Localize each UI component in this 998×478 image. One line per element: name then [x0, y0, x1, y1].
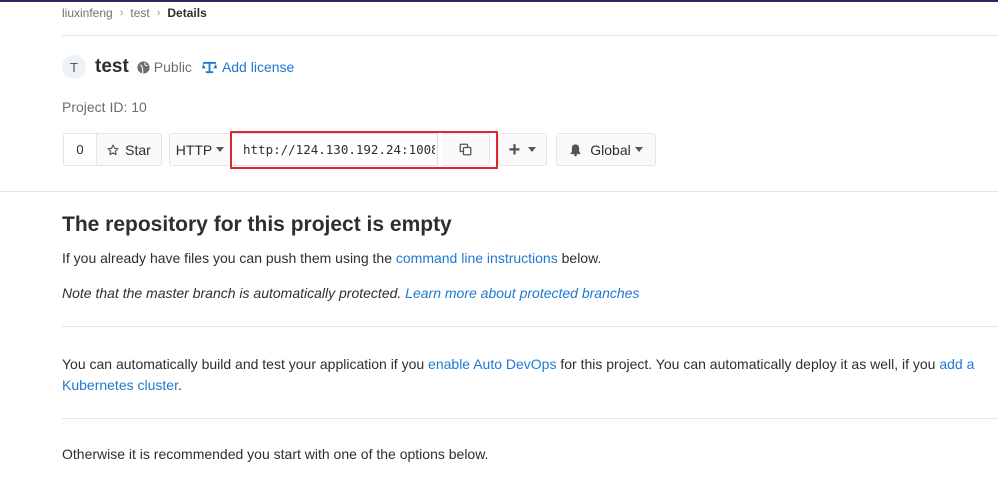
notifications-level: Global — [590, 141, 631, 158]
chevron-right-icon: › — [156, 7, 161, 19]
copy-icon — [459, 143, 472, 156]
breadcrumb: liuxinfeng › test › Details — [62, 6, 207, 20]
command-line-instructions-link[interactable]: command line instructions — [396, 250, 558, 266]
empty-repo-title: The repository for this project is empty — [62, 213, 452, 236]
protected-branch-note: Note that the master branch is automatic… — [62, 285, 639, 301]
star-label: Star — [125, 141, 151, 158]
text-span: If you already have files you can push t… — [62, 250, 396, 266]
project-avatar: T — [62, 55, 86, 79]
project-title: test — [95, 56, 129, 77]
divider — [0, 191, 998, 192]
text-span: . — [177, 377, 182, 393]
globe-icon — [137, 60, 150, 74]
enable-auto-devops-link[interactable]: enable Auto DevOps — [428, 356, 556, 372]
divider — [62, 418, 998, 419]
add-license-link[interactable]: Add license — [222, 59, 294, 75]
breadcrumb-owner[interactable]: liuxinfeng — [62, 6, 113, 20]
notifications-dropdown[interactable]: Global — [556, 133, 656, 166]
clone-url-text: http://124.130.192.24:10080/liuxinfeng/t… — [243, 142, 435, 157]
caret-down-icon — [528, 147, 537, 152]
push-instructions-text: If you already have files you can push t… — [62, 250, 601, 266]
divider — [62, 326, 998, 327]
clone-url-input[interactable]: http://124.130.192.24:10080/liuxinfeng/t… — [231, 133, 438, 166]
bell-icon — [570, 143, 581, 156]
text-span: Note that the master branch is automatic… — [62, 285, 406, 301]
auto-devops-text: You can automatically build and test you… — [62, 354, 992, 396]
star-icon — [107, 144, 119, 155]
text-span: You can automatically build and test you… — [62, 356, 429, 372]
plus-icon: + — [508, 138, 521, 161]
clone-group: HTTP http://124.130.192.24:10080/liuxinf… — [169, 133, 490, 166]
copy-url-button[interactable] — [442, 133, 490, 166]
text-span: for this project. You can automatically … — [556, 356, 940, 372]
divider — [62, 35, 998, 36]
protected-branches-link[interactable]: Learn more about protected branches — [405, 285, 639, 301]
chevron-right-icon: › — [119, 7, 124, 19]
add-dropdown-button[interactable]: + — [498, 133, 547, 166]
clone-protocol-label: HTTP — [175, 141, 213, 158]
project-header: T test Public Add license — [62, 55, 294, 79]
caret-down-icon — [634, 147, 643, 152]
caret-down-icon — [216, 147, 225, 152]
visibility-label: Public — [153, 59, 192, 75]
star-button[interactable]: Star — [97, 134, 161, 165]
breadcrumb-project[interactable]: test — [130, 6, 149, 20]
star-count[interactable]: 0 — [64, 134, 97, 165]
star-button-group: 0 Star — [63, 133, 162, 166]
top-navbar-edge — [0, 0, 998, 2]
options-intro-text: Otherwise it is recommended you start wi… — [62, 446, 489, 462]
text-span: below. — [557, 250, 602, 266]
project-id: Project ID: 10 — [62, 99, 147, 115]
breadcrumb-current[interactable]: Details — [167, 6, 206, 20]
scale-icon[interactable] — [202, 61, 217, 74]
clone-protocol-dropdown[interactable]: HTTP — [169, 133, 231, 166]
